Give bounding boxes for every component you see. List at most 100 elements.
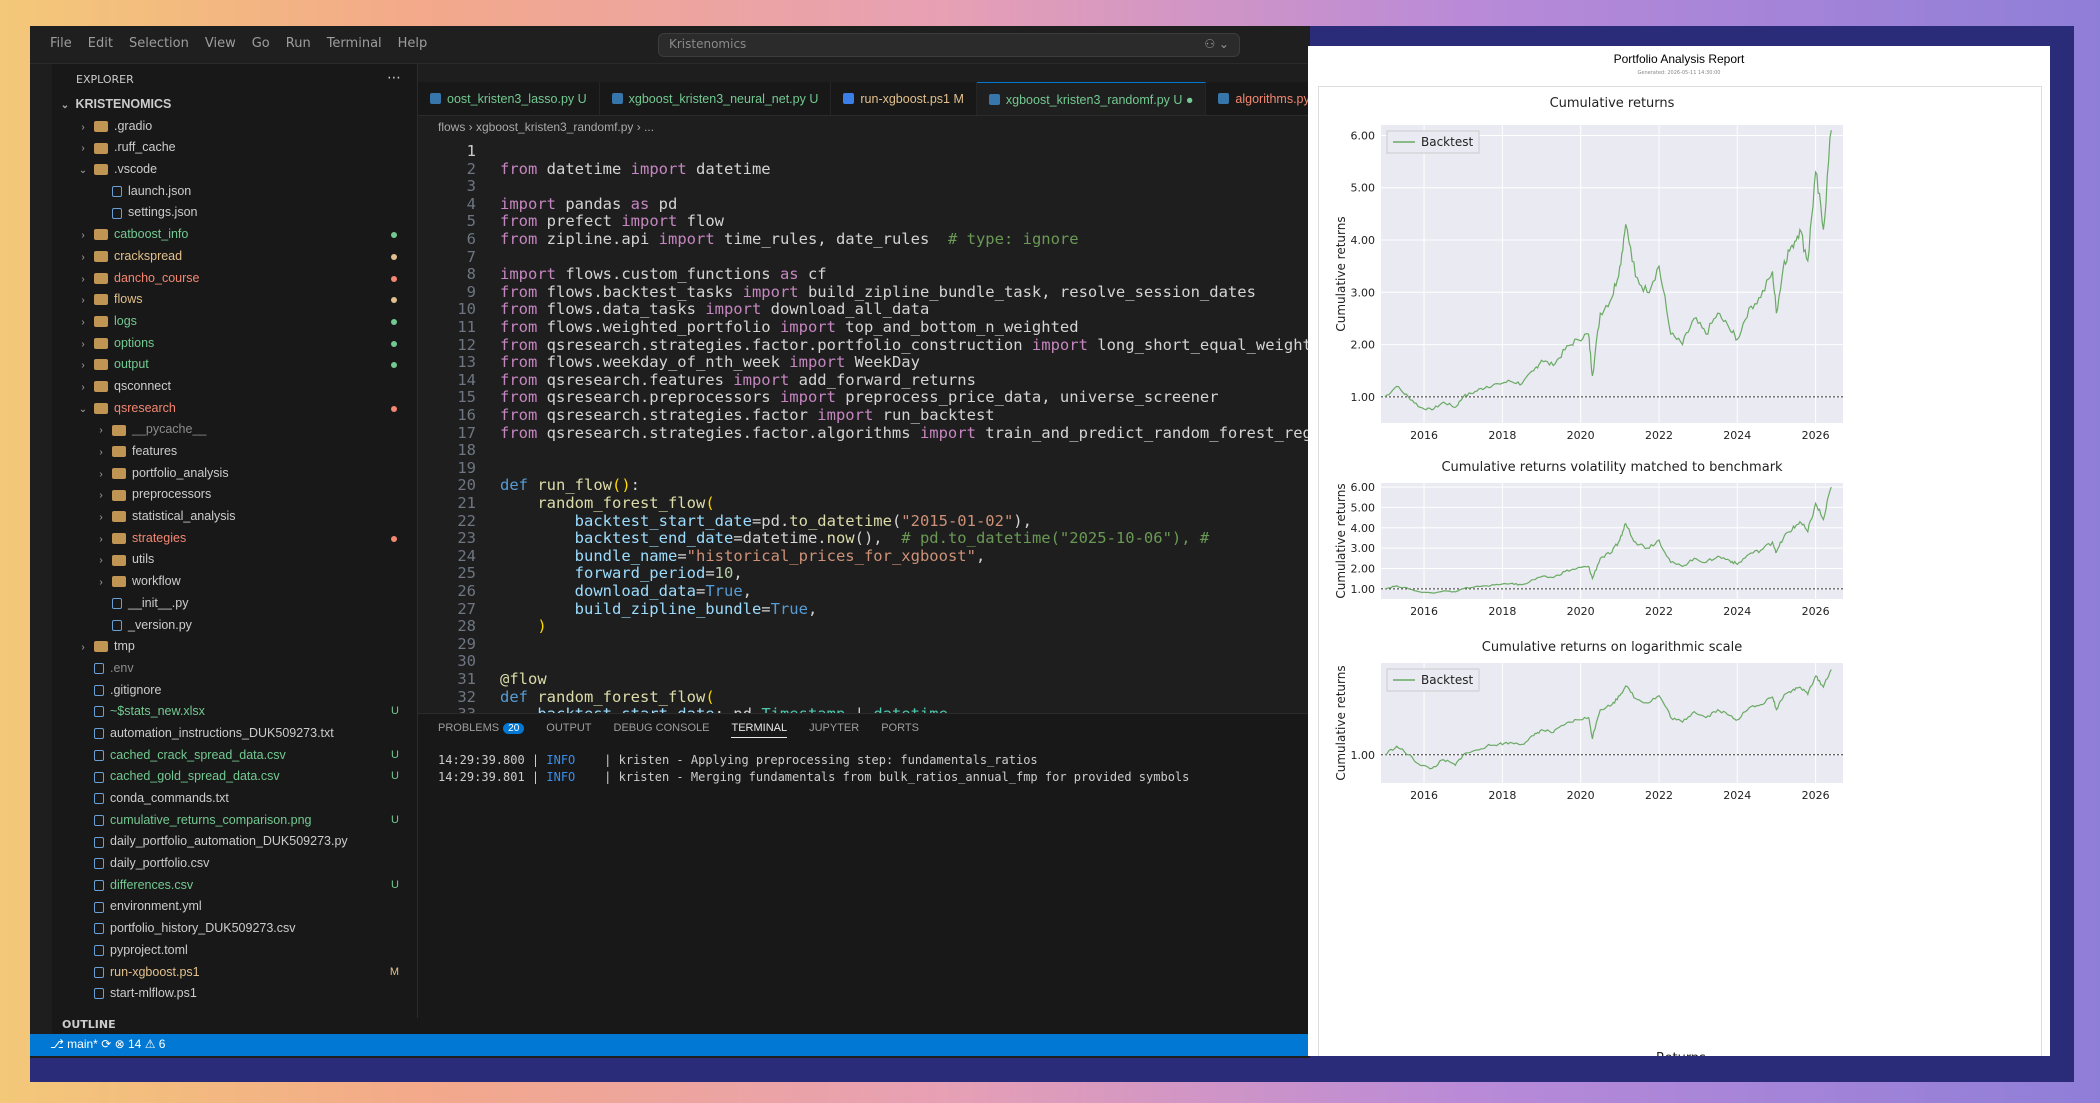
editor-tab[interactable]: run-xgboost.ps1 M: [831, 82, 977, 115]
file-item[interactable]: daily_portfolio_automation_DUK509273.py: [52, 831, 417, 853]
folder-item[interactable]: › utils: [52, 549, 417, 571]
code-line[interactable]: @flow: [500, 670, 547, 688]
file-item[interactable]: .env: [52, 658, 417, 680]
folder-item[interactable]: ⌄ qsresearch: [52, 398, 417, 420]
menu-help[interactable]: Help: [398, 36, 428, 51]
file-item[interactable]: environment.yml: [52, 896, 417, 918]
menu-terminal[interactable]: Terminal: [327, 36, 382, 51]
code-line[interactable]: from zipline.api import time_rules, date…: [500, 230, 1079, 248]
code-line[interactable]: from qsresearch.strategies.factor import…: [500, 406, 995, 424]
copilot-icon[interactable]: ⚇ ⌄: [1204, 37, 1229, 51]
file-item[interactable]: settings.json: [52, 202, 417, 224]
code-line[interactable]: from qsresearch.preprocessors import pre…: [500, 388, 1219, 406]
code-line[interactable]: build_zipline_bundle=True,: [500, 600, 818, 618]
folder-item[interactable]: › portfolio_analysis: [52, 463, 417, 485]
folder-item[interactable]: › .gradio: [52, 116, 417, 138]
folder-item[interactable]: › options: [52, 333, 417, 355]
file-item[interactable]: .gitignore: [52, 680, 417, 702]
code-line[interactable]: from flows.weighted_portfolio import top…: [500, 318, 1079, 336]
menu-selection[interactable]: Selection: [129, 36, 189, 51]
code-line[interactable]: backtest_end_date=datetime.now(), # pd.t…: [500, 529, 1210, 547]
file-item[interactable]: cached_crack_spread_data.csv U: [52, 745, 417, 767]
code-line[interactable]: from datetime import datetime: [500, 160, 771, 178]
code-editor[interactable]: 1 2 from datetime import datetime 3 4 import …: [418, 138, 1310, 713]
code-line[interactable]: backtest_start_date: pd.Timestamp | date…: [500, 705, 957, 713]
folder-item[interactable]: › crackspread: [52, 246, 417, 268]
outline-section[interactable]: OUTLINE: [52, 1018, 418, 1034]
menu-file[interactable]: File: [50, 36, 72, 51]
code-line[interactable]: import flows.custom_functions as cf: [500, 265, 827, 283]
workspace-root[interactable]: ⌄ KRISTENOMICS: [52, 94, 417, 116]
more-actions-icon[interactable]: ⋯: [387, 70, 401, 86]
folder-item[interactable]: › workflow: [52, 571, 417, 593]
folder-item[interactable]: › logs: [52, 311, 417, 333]
code-line[interactable]: from flows.data_tasks import download_al…: [500, 300, 929, 318]
file-item[interactable]: cumulative_returns_comparison.png U: [52, 810, 417, 832]
panel-tab-output[interactable]: OUTPUT: [546, 722, 591, 738]
file-item[interactable]: _version.py: [52, 615, 417, 637]
menu-run[interactable]: Run: [286, 36, 311, 51]
code-line[interactable]: forward_period=10,: [500, 564, 743, 582]
folder-item[interactable]: › statistical_analysis: [52, 506, 417, 528]
file-item[interactable]: __init__.py: [52, 593, 417, 615]
code-line[interactable]: from qsresearch.strategies.factor.algori…: [500, 424, 1310, 442]
code-line[interactable]: from prefect import flow: [500, 212, 724, 230]
folder-item[interactable]: › dancho_course: [52, 268, 417, 290]
code-line[interactable]: from qsresearch.features import add_forw…: [500, 371, 976, 389]
warning-count[interactable]: 6: [159, 1037, 166, 1051]
code-line[interactable]: from qsresearch.strategies.factor.portfo…: [500, 336, 1310, 354]
file-item[interactable]: ~$stats_new.xlsx U: [52, 701, 417, 723]
editor-tab[interactable]: algorithms.py: [1206, 82, 1310, 115]
folder-item[interactable]: › tmp: [52, 636, 417, 658]
code-line[interactable]: ): [500, 617, 546, 635]
code-line[interactable]: def run_flow():: [500, 476, 640, 494]
file-item[interactable]: daily_portfolio.csv: [52, 853, 417, 875]
panel-tab-terminal[interactable]: TERMINAL: [731, 722, 788, 738]
terminal-output[interactable]: 14:29:39.800 | INFO | kristen - Applying…: [418, 746, 1310, 792]
code-line[interactable]: backtest_start_date=pd.to_datetime("2015…: [500, 512, 1032, 530]
folder-item[interactable]: › strategies: [52, 528, 417, 550]
code-line[interactable]: from flows.backtest_tasks import build_z…: [500, 283, 1256, 301]
file-item[interactable]: differences.csv U: [52, 875, 417, 897]
file-item[interactable]: start-mlflow.ps1: [52, 983, 417, 1005]
folder-item[interactable]: › features: [52, 441, 417, 463]
folder-item[interactable]: › preprocessors: [52, 484, 417, 506]
editor-tab[interactable]: oost_kristen3_lasso.py U: [418, 82, 600, 115]
code-line[interactable]: import pandas as pd: [500, 195, 677, 213]
code-line[interactable]: def random_forest_flow(: [500, 688, 715, 706]
sync-icon[interactable]: ⟳: [101, 1037, 114, 1051]
error-count[interactable]: 14: [128, 1037, 141, 1051]
folder-item[interactable]: › __pycache__: [52, 419, 417, 441]
menu-edit[interactable]: Edit: [88, 36, 113, 51]
file-item[interactable]: launch.json: [52, 181, 417, 203]
folder-item[interactable]: › .ruff_cache: [52, 137, 417, 159]
menu-go[interactable]: Go: [252, 36, 270, 51]
panel-tab-debug-console[interactable]: DEBUG CONSOLE: [614, 722, 710, 738]
editor-tab[interactable]: xgboost_kristen3_randomf.py U ●: [976, 82, 1207, 115]
breadcrumb[interactable]: flows › xgboost_kristen3_randomf.py › ..…: [418, 116, 1310, 138]
command-center[interactable]: Kristenomics ⚇ ⌄: [658, 33, 1240, 57]
panel-tab-jupyter[interactable]: JUPYTER: [809, 722, 859, 738]
code-line[interactable]: from flows.weekday_of_nth_week import We…: [500, 353, 920, 371]
file-item[interactable]: cached_gold_spread_data.csv U: [52, 766, 417, 788]
file-item[interactable]: run-xgboost.ps1 M: [52, 962, 417, 984]
folder-item[interactable]: ⌄ .vscode: [52, 159, 417, 181]
folder-item[interactable]: › catboost_info: [52, 224, 417, 246]
editor-tab[interactable]: xgboost_kristen3_neural_net.py U: [600, 82, 832, 115]
y-tick-label: 2.00: [1351, 339, 1376, 352]
menu-view[interactable]: View: [205, 36, 236, 51]
git-branch[interactable]: main*: [67, 1037, 98, 1051]
code-line[interactable]: random_forest_flow(: [500, 494, 714, 512]
folder-item[interactable]: › flows: [52, 289, 417, 311]
panel-tab-ports[interactable]: PORTS: [881, 722, 919, 738]
code-line[interactable]: download_data=True,: [500, 582, 752, 600]
file-item[interactable]: portfolio_history_DUK509273.csv: [52, 918, 417, 940]
file-item[interactable]: conda_commands.txt: [52, 788, 417, 810]
file-item[interactable]: automation_instructions_DUK509273.txt: [52, 723, 417, 745]
git-status-badge: U: [391, 813, 399, 826]
panel-tab-problems[interactable]: PROBLEMS 20: [438, 722, 525, 738]
folder-item[interactable]: › qsconnect: [52, 376, 417, 398]
file-item[interactable]: pyproject.toml: [52, 940, 417, 962]
code-line[interactable]: bundle_name="historical_prices_for_xgboo…: [500, 547, 986, 565]
folder-item[interactable]: › output: [52, 354, 417, 376]
